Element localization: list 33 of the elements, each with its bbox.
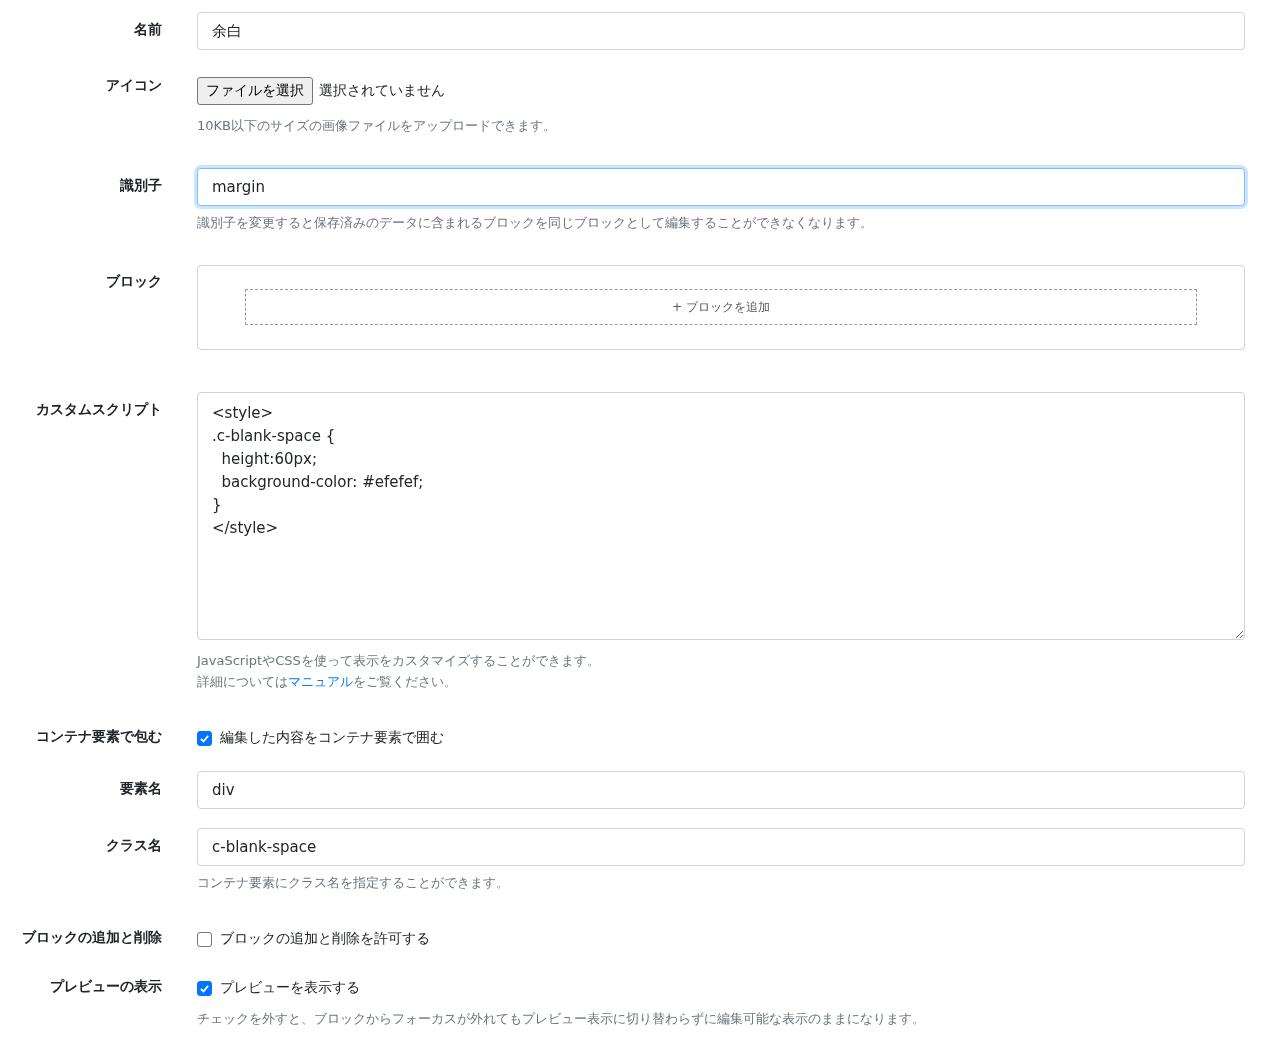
- field-label: コンテナ要素で包む: [35, 727, 162, 746]
- checkbox[interactable]: [197, 980, 212, 996]
- field-label: カスタムスクリプト: [35, 400, 162, 419]
- checkbox-label: 編集した内容をコンテナ要素で囲む: [220, 729, 444, 747]
- text-field[interactable]: 余白: [197, 12, 1245, 50]
- manual-link[interactable]: マニュアル: [288, 674, 353, 689]
- checkbox[interactable]: [197, 730, 212, 746]
- field-label: プレビューの表示: [49, 977, 162, 996]
- help-text: 10KB以下のサイズの画像ファイルをアップロードできます。: [197, 117, 557, 135]
- field-label: 要素名: [119, 779, 162, 798]
- help-text: 識別子を変更すると保存済みのデータに含まれるブロックを同じブロックとして編集することができなくなります。: [197, 214, 874, 232]
- text-field[interactable]: c-blank-space: [197, 828, 1245, 866]
- text-field[interactable]: margin: [197, 168, 1245, 206]
- field-label: 識別子: [119, 176, 162, 195]
- field-label: 名前: [133, 20, 162, 39]
- check-icon: [199, 982, 210, 994]
- help-text: チェックを外すと、ブロックからフォーカスが外れてもプレビュー表示に切り替わらずに編集可能な表示のままになります。: [197, 1010, 926, 1028]
- field-label: アイコン: [105, 77, 162, 95]
- check-icon: [199, 732, 210, 744]
- field-label: クラス名: [105, 836, 162, 855]
- help-text: 詳細についてはマニュアルをご覧ください。: [197, 673, 458, 691]
- script-textarea[interactable]: <style> .c-blank-space { height:60px; background-color: #efefef; } </style>: [197, 392, 1245, 640]
- add-block-button[interactable]: + ブロックを追加: [245, 289, 1197, 325]
- help-text: コンテナ要素にクラス名を指定することができます。: [197, 874, 510, 892]
- checkbox-label: プレビューを表示する: [220, 979, 360, 997]
- field-label: ブロック: [105, 272, 162, 291]
- checkbox[interactable]: [197, 931, 212, 947]
- file-status: 選択されていません: [319, 82, 445, 100]
- choose-file-button[interactable]: ファイルを選択: [197, 77, 313, 105]
- text-field[interactable]: div: [197, 771, 1245, 809]
- field-label: ブロックの追加と削除: [21, 928, 162, 947]
- checkbox-label: ブロックの追加と削除を許可する: [220, 930, 430, 948]
- help-text: JavaScriptやCSSを使って表示をカスタマイズすることができます。: [197, 652, 601, 670]
